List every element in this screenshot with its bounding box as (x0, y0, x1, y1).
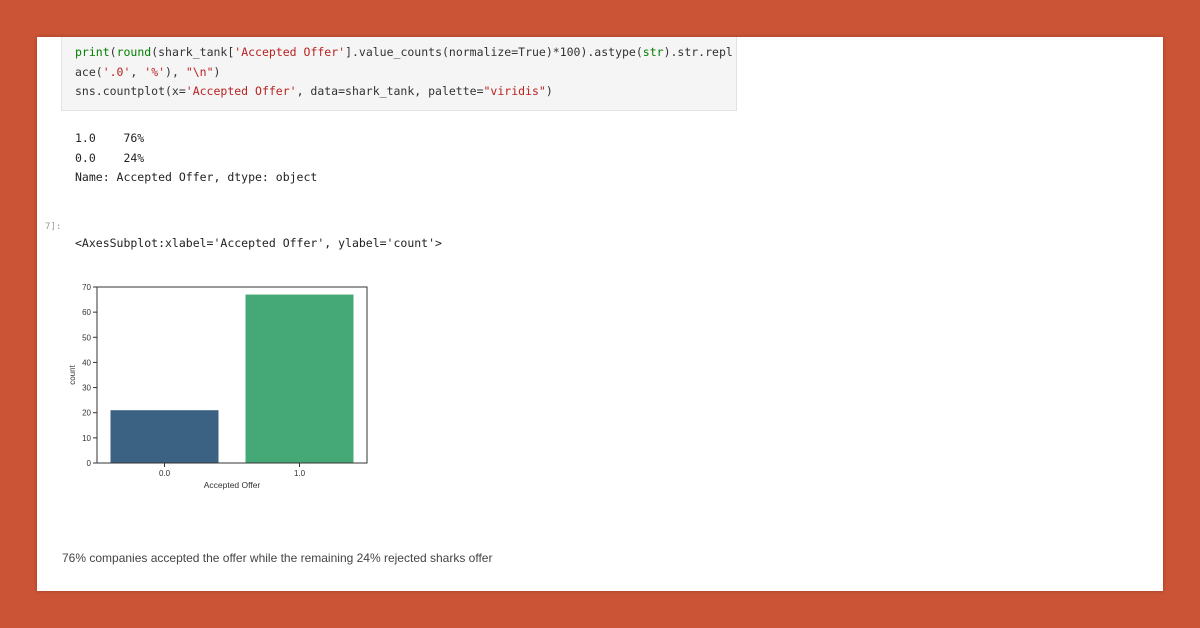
y-tick-label: 0 (87, 459, 92, 468)
code-token: ).str.repl (663, 45, 733, 59)
code-token: 'Accepted Offer' (185, 84, 297, 98)
y-tick-label: 60 (82, 308, 91, 317)
x-axis-label: Accepted Offer (204, 480, 261, 490)
axes-repr: <AxesSubplot:xlabel='Accepted Offer', yl… (75, 236, 442, 250)
code-cell[interactable]: print(round(shark_tank['Accepted Offer']… (61, 37, 737, 111)
code-token: , (130, 64, 145, 79)
y-axis-label: count (68, 364, 77, 384)
code-token: str (642, 45, 664, 59)
output-row: 1.0 76% (75, 131, 145, 145)
code-token: ace( (75, 64, 103, 79)
code-token: print (75, 45, 110, 59)
caption-text: 76% companies accepted the offer while t… (62, 551, 493, 565)
y-tick-label: 40 (82, 358, 91, 367)
x-tick-label: 0.0 (159, 469, 171, 478)
code-token: ( (109, 45, 117, 59)
y-tick-label: 10 (82, 434, 91, 443)
code-line-3: sns.countplot(x='Accepted Offer', data=s… (75, 82, 736, 102)
code-token: '.0' (102, 64, 131, 79)
code-token: "viridis" (483, 84, 546, 98)
code-token: 'Accepted Offer' (234, 45, 346, 59)
y-tick-label: 20 (82, 409, 91, 418)
code-token: ].value_counts(normalize=True)*100).asty… (345, 45, 643, 59)
code-token: sns.countplot(x= (75, 84, 186, 98)
output-row: 0.0 24% (75, 151, 145, 165)
notebook-page: print(round(shark_tank['Accepted Offer']… (37, 37, 1163, 591)
code-line-2: ace('.0', '%'), "\n") (75, 63, 736, 83)
bar-0.0 (110, 410, 219, 463)
code-line-1: print(round(shark_tank['Accepted Offer']… (75, 43, 736, 63)
cell-prompt: 7]: (45, 222, 62, 232)
x-tick-label: 1.0 (294, 469, 306, 478)
code-token: ) (545, 84, 553, 98)
code-token: (shark_tank[ (151, 45, 235, 59)
y-tick-label: 30 (82, 384, 91, 393)
code-token: ), (165, 64, 186, 79)
y-tick-label: 50 (82, 333, 91, 342)
countplot-chart: 0 10 20 30 40 50 60 70 0.0 1.0 Accepted Offer count (68, 283, 368, 490)
code-token: round (116, 45, 152, 59)
y-tick-label: 70 (82, 283, 91, 292)
code-token: ) (213, 64, 221, 79)
code-token: , data=shark_tank, palette= (296, 84, 484, 98)
output-dtype: Name: Accepted Offer, dtype: object (75, 170, 318, 184)
code-token: "\n" (185, 64, 214, 79)
code-token: '%' (144, 64, 166, 79)
bar-1.0 (245, 294, 354, 463)
